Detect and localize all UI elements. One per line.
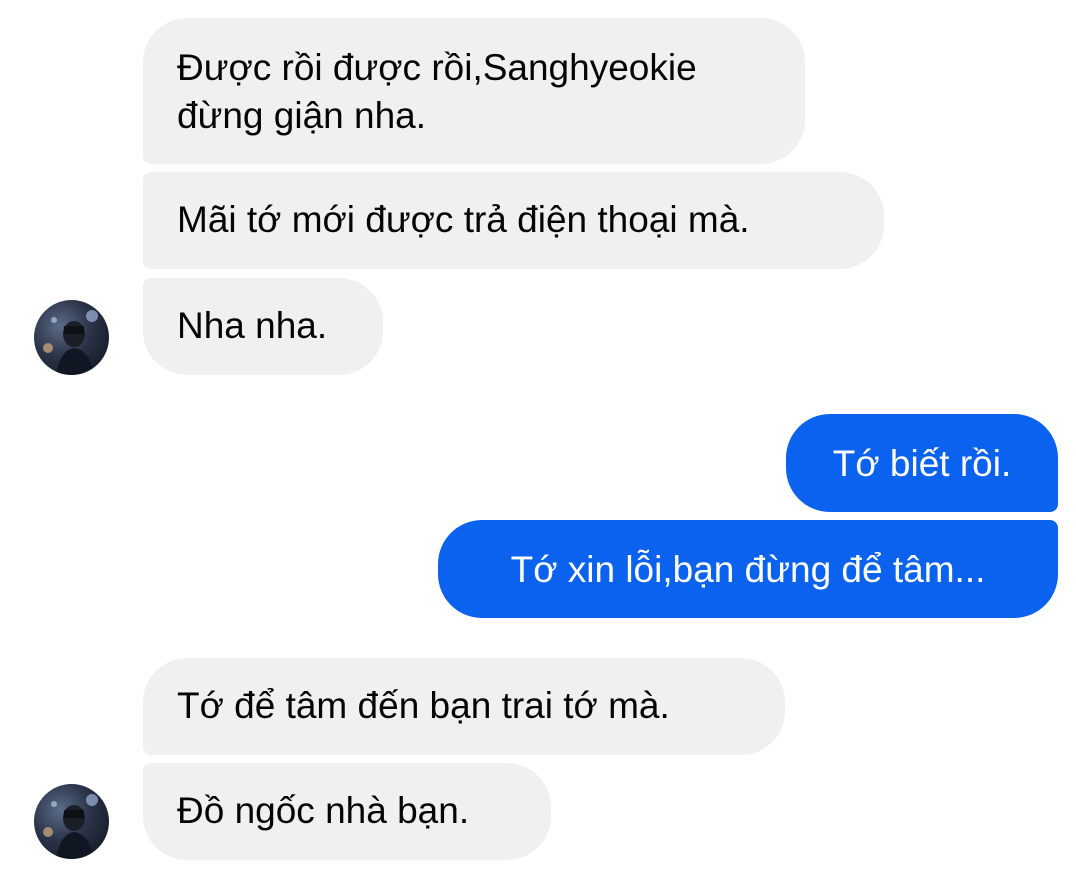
message-text: Mãi tớ mới được trả điện thoại mà. [177, 199, 750, 240]
incoming-message-bubble[interactable]: Nha nha. [143, 278, 383, 375]
message-text-line: Được rồi được rồi,Sanghyeokie [177, 47, 697, 88]
message-text-line: đừng giận nha. [177, 95, 427, 136]
outgoing-message-bubble[interactable]: Tớ xin lỗi,bạn đừng để tâm... [438, 520, 1058, 618]
message-text: Đồ ngốc nhà bạn. [177, 790, 470, 831]
incoming-message-bubble[interactable]: Được rồi được rồi,Sanghyeokie đừng giận … [143, 18, 805, 164]
profile-photo-icon [43, 310, 98, 375]
message-text: Tớ xin lỗi,bạn đừng để tâm... [510, 549, 986, 590]
contact-avatar[interactable] [34, 784, 109, 859]
incoming-message-bubble[interactable]: Mãi tớ mới được trả điện thoại mà. [143, 172, 884, 269]
outgoing-message-bubble[interactable]: Tớ biết rồi. [786, 414, 1058, 512]
message-text: Nha nha. [177, 305, 328, 346]
incoming-message-bubble[interactable]: Tớ để tâm đến bạn trai tớ mà. [143, 658, 785, 755]
incoming-message-bubble[interactable]: Đồ ngốc nhà bạn. [143, 763, 551, 860]
profile-photo-icon [43, 794, 98, 859]
message-text: Tớ để tâm đến bạn trai tớ mà. [177, 685, 670, 726]
contact-avatar[interactable] [34, 300, 109, 375]
message-text: Tớ biết rồi. [832, 443, 1012, 484]
chat-thread: Được rồi được rồi,Sanghyeokie đừng giận … [0, 0, 1076, 890]
